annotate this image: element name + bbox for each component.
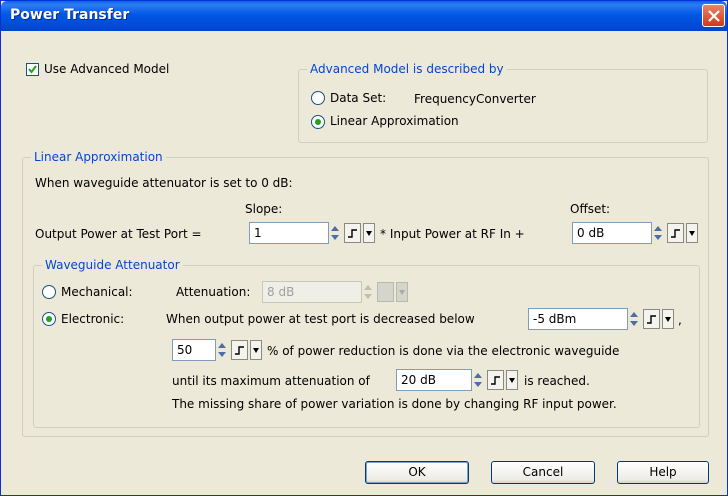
mechanical-label: Mechanical: (61, 285, 133, 299)
slope-step-button[interactable] (344, 223, 361, 243)
max-attenuation-dropdown[interactable] (506, 370, 518, 390)
intro-text: When waveguide attenuator is set to 0 dB… (35, 176, 293, 190)
step-icon (647, 315, 656, 324)
data-set-value: FrequencyConverter (414, 92, 536, 106)
attenuation-spinner[interactable] (363, 281, 376, 303)
waveguide-attenuator-legend: Waveguide Attenuator (42, 258, 183, 272)
attenuation-input[interactable]: 8 dB (262, 281, 362, 303)
max-attenuation-spinner[interactable] (473, 369, 486, 391)
slope-label: Slope: (245, 202, 283, 216)
offset-input[interactable]: 0 dB (572, 222, 652, 244)
title-bar[interactable]: Power Transfer (1, 1, 727, 31)
percent-step-button[interactable] (231, 340, 248, 360)
comma-text: , (678, 313, 682, 327)
waveguide-attenuator-group: Waveguide Attenuator Mechanical: Attenua… (33, 258, 700, 428)
use-advanced-model-label: Use Advanced Model (44, 62, 170, 76)
percent-dropdown[interactable] (250, 340, 262, 360)
reached-text: is reached. (524, 374, 590, 388)
step-icon (348, 229, 357, 238)
electronic-label: Electronic: (61, 312, 125, 326)
offset-dropdown[interactable] (686, 223, 698, 243)
offset-step-button[interactable] (667, 223, 684, 243)
threshold-dropdown[interactable] (662, 309, 674, 329)
threshold-step-button[interactable] (643, 309, 660, 329)
attenuation-label: Attenuation: (176, 285, 251, 299)
percent-input[interactable]: 50 (172, 339, 216, 361)
close-icon (708, 10, 720, 22)
max-attenuation-step-button[interactable] (487, 370, 504, 390)
data-set-label: Data Set: (330, 91, 387, 105)
power-transfer-dialog: Power Transfer Use Advanced Model Advanc… (0, 0, 728, 496)
attenuation-step-button[interactable] (377, 282, 394, 302)
multiply-text: * Input Power at RF In + (380, 227, 525, 241)
advanced-model-legend: Advanced Model is described by (307, 62, 507, 76)
linear-approximation-label: Linear Approximation (330, 114, 459, 128)
percent-text: % of power reduction is done via the ele… (267, 344, 620, 358)
advanced-model-group: Advanced Model is described by Data Set:… (298, 62, 708, 143)
close-button[interactable] (702, 4, 725, 27)
output-power-label: Output Power at Test Port = (35, 227, 202, 241)
linear-approximation-group: Linear Approximation When waveguide atte… (22, 150, 709, 437)
offset-label: Offset: (570, 202, 611, 216)
slope-dropdown[interactable] (363, 223, 375, 243)
offset-spinner[interactable] (653, 222, 666, 244)
missing-share-text: The missing share of power variation is … (172, 397, 617, 411)
linear-approximation-radio[interactable] (311, 115, 325, 129)
help-button[interactable]: Help (617, 461, 709, 484)
threshold-input[interactable]: -5 dBm (528, 308, 628, 330)
slope-input[interactable]: 1 (249, 222, 329, 244)
mechanical-radio[interactable] (42, 285, 56, 299)
window-title: Power Transfer (10, 7, 130, 23)
use-advanced-model-checkbox[interactable] (26, 63, 39, 76)
step-icon (235, 346, 244, 355)
ok-button[interactable]: OK (365, 461, 469, 484)
until-text: until its maximum attenuation of (172, 374, 370, 388)
data-set-radio[interactable] (311, 91, 325, 105)
slope-spinner[interactable] (330, 222, 343, 244)
electronic-radio[interactable] (42, 312, 56, 326)
check-icon (28, 65, 37, 74)
max-attenuation-input[interactable]: 20 dB (396, 369, 472, 391)
linear-approximation-legend: Linear Approximation (31, 150, 166, 164)
decrease-text: When output power at test port is decrea… (166, 312, 475, 326)
attenuation-dropdown[interactable] (396, 282, 408, 302)
cancel-button[interactable]: Cancel (491, 461, 595, 484)
step-icon (491, 376, 500, 385)
step-icon (671, 229, 680, 238)
percent-spinner[interactable] (217, 339, 230, 361)
threshold-spinner[interactable] (629, 308, 642, 330)
